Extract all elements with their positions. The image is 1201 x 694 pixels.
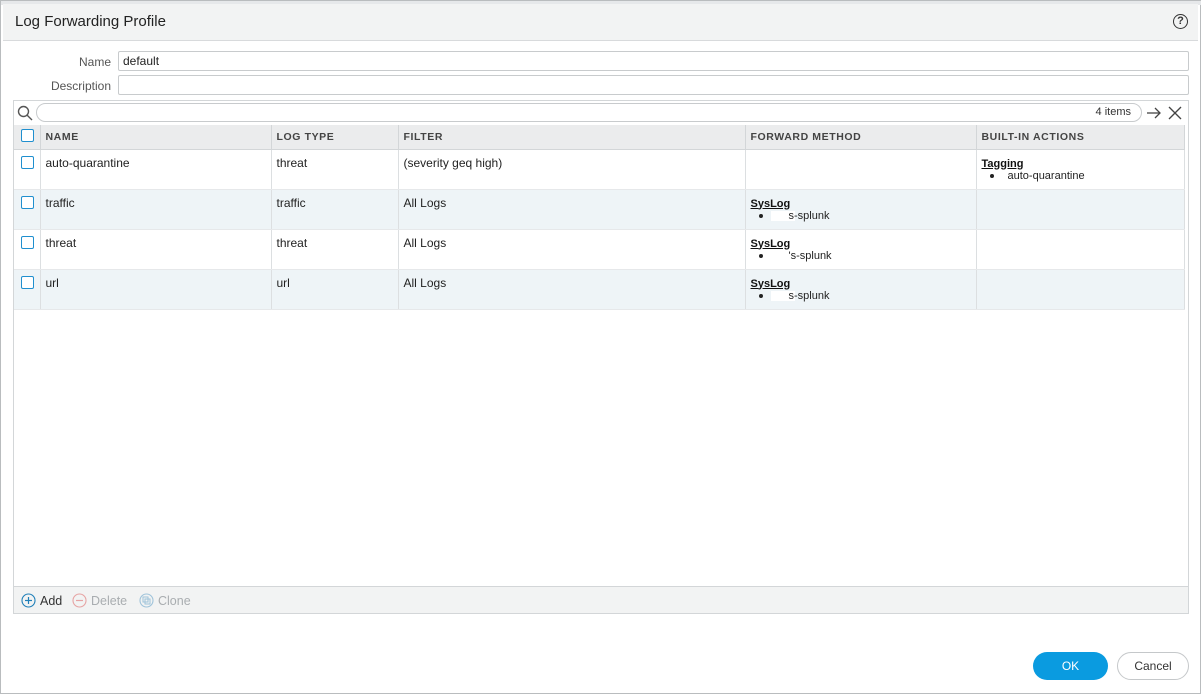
row-checkbox[interactable] [21,235,34,249]
table-row[interactable]: url url All Logs SysLog s-splunk [14,269,1185,310]
apply-filter-arrow-icon[interactable] [1146,105,1162,121]
name-cell[interactable]: threat [40,229,272,270]
built-in-action-title[interactable]: Tagging [982,158,1179,170]
forward-method-item: 's-splunk [751,250,971,262]
bullet-icon [758,213,763,218]
table-row[interactable]: auto-quarantine threat (severity geq hig… [14,149,1185,190]
clone-icon [139,593,154,608]
delete-label: Delete [91,593,128,608]
search-input[interactable]: 4 items [36,103,1142,122]
ok-button[interactable]: OK [1033,652,1108,680]
delete-button[interactable]: Delete [72,593,127,608]
log-type-cell: traffic [271,189,399,230]
name-cell[interactable]: url [40,269,272,310]
grid-search-bar: 4 items [14,101,1188,125]
description-label: Description [50,79,111,93]
built-in-action-item-text: auto-quarantine [1007,169,1085,182]
delete-icon [72,593,87,608]
table-row[interactable]: threat threat All Logs SysLog 's-splunk [14,229,1185,270]
cancel-button[interactable]: Cancel [1117,652,1189,680]
forward-method-item: s-splunk [751,290,971,302]
profile-match-list-grid: 4 items NAME LOG TYPE FILTER FORWARD MET… [13,100,1189,614]
row-select-cell[interactable] [14,149,41,190]
description-input[interactable] [118,75,1189,95]
dialog-titlebar: Log Forwarding Profile ? [3,4,1198,41]
name-input[interactable] [118,51,1189,71]
profile-table: NAME LOG TYPE FILTER FORWARD METHOD BUIL… [14,125,1185,310]
forward-method-title[interactable]: SysLog [751,238,971,250]
select-all-checkbox[interactable] [21,128,34,142]
add-icon [21,593,36,608]
forward-method-cell [745,149,977,190]
clone-label: Clone [158,593,191,608]
add-button[interactable]: Add [21,593,62,608]
forward-method-title[interactable]: SysLog [751,278,971,290]
select-all-header[interactable] [14,125,41,150]
table-header-row: NAME LOG TYPE FILTER FORWARD METHOD BUIL… [14,125,1185,150]
filter-cell: All Logs [398,189,746,230]
bullet-icon [758,253,763,258]
built-in-actions-cell [976,229,1185,270]
add-label: Add [40,593,63,608]
row-checkbox[interactable] [21,195,34,209]
row-select-cell[interactable] [14,229,41,270]
column-header-log-type[interactable]: LOG TYPE [271,125,399,150]
bullet-icon [989,173,994,178]
filter-cell: (severity geq high) [398,149,746,190]
items-count: 4 items [1095,106,1131,118]
built-in-actions-cell [976,269,1185,310]
row-checkbox[interactable] [21,275,34,289]
column-header-filter[interactable]: FILTER [398,125,746,150]
forward-method-cell: SysLog s-splunk [745,189,977,230]
log-type-cell: threat [271,229,399,270]
column-header-built-in-actions[interactable]: BUILT-IN ACTIONS [976,125,1185,150]
forward-method-cell: SysLog s-splunk [745,269,977,310]
log-type-cell: threat [271,149,399,190]
forward-method-item-text: s-splunk [788,209,830,222]
column-header-forward-method[interactable]: FORWARD METHOD [745,125,977,150]
log-type-cell: url [271,269,399,310]
clear-filter-x-icon[interactable] [1168,106,1182,120]
log-forwarding-profile-dialog: Log Forwarding Profile ? Name Descriptio… [0,0,1201,694]
forward-method-item-text: 's-splunk [788,249,832,262]
forward-method-item-text: s-splunk [788,289,830,302]
bullet-icon [758,293,763,298]
row-checkbox[interactable] [21,155,34,169]
name-cell[interactable]: auto-quarantine [40,149,272,190]
dialog-title: Log Forwarding Profile [15,13,166,30]
row-select-cell[interactable] [14,269,41,310]
filter-cell: All Logs [398,269,746,310]
clone-button[interactable]: Clone [139,593,191,608]
name-label: Name [78,55,111,69]
built-in-actions-cell: Tagging auto-quarantine [976,149,1185,190]
column-header-name[interactable]: NAME [40,125,272,150]
forward-method-item: s-splunk [751,210,971,222]
table-row[interactable]: traffic traffic All Logs SysLog s-splunk [14,189,1185,230]
filter-cell: All Logs [398,229,746,270]
built-in-action-item: auto-quarantine [982,170,1179,182]
search-icon[interactable] [17,105,33,121]
forward-method-title[interactable]: SysLog [751,198,971,210]
built-in-actions-cell [976,189,1185,230]
grid-toolbar: Add Delete Clone [14,586,1188,613]
name-cell[interactable]: traffic [40,189,272,230]
row-select-cell[interactable] [14,189,41,230]
forward-method-cell: SysLog 's-splunk [745,229,977,270]
help-icon[interactable]: ? [1173,14,1188,29]
